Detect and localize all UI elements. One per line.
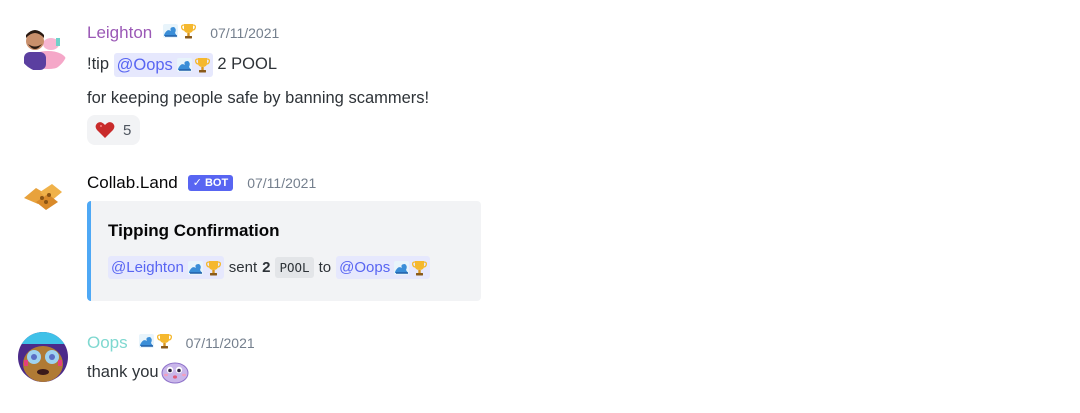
avatar-collab-land[interactable] [18, 172, 68, 222]
message-text: thank you [87, 363, 159, 381]
embed-body: @Leighton sent 2 POOL to @Oops [108, 256, 431, 279]
mention-badges [187, 260, 221, 276]
sent-text: sent [228, 259, 258, 276]
bot-tag-label: BOT [204, 177, 229, 189]
trophy-icon [205, 260, 221, 275]
message-header: Oops 07/11/2021 [87, 332, 255, 354]
wave-icon [187, 260, 203, 275]
tip-amount: 2 [262, 259, 271, 276]
mention-badges [394, 260, 428, 276]
avatar-image [18, 22, 68, 72]
wave-icon [138, 334, 154, 348]
mention-oops[interactable]: @Oops [113, 52, 213, 77]
message-line-1: !tip @Oops 2 POOL [87, 49, 429, 79]
trophy-icon [181, 24, 197, 39]
mention-leighton[interactable]: @Leighton [108, 256, 224, 279]
mention-label: @Oops [116, 55, 173, 74]
mention-oops[interactable]: @Oops [336, 256, 431, 279]
wave-icon [163, 24, 179, 38]
message-line-2: for keeping people safe by banning scamm… [87, 89, 430, 107]
timestamp: 07/11/2021 [247, 175, 317, 191]
timestamp: 07/11/2021 [210, 25, 280, 41]
trophy-icon [156, 334, 172, 349]
message-line-1: thank you [87, 357, 255, 387]
username[interactable]: Collab.Land [87, 172, 178, 194]
collab-land-logo-icon [18, 172, 68, 222]
username[interactable]: Leighton [87, 22, 152, 44]
heart-icon [95, 122, 115, 138]
reaction-heart[interactable]: 5 [87, 115, 141, 145]
check-icon: ✓ [192, 177, 202, 189]
avatar-oops[interactable] [18, 332, 68, 382]
mention-label: @Leighton [111, 259, 184, 276]
reaction-count: 5 [123, 121, 132, 139]
wave-icon [394, 260, 410, 275]
embed-title: Tipping Confirmation [108, 221, 280, 240]
bot-tag: ✓ BOT [187, 175, 234, 191]
blob-face-emoji-icon [161, 362, 189, 384]
tip-embed: Tipping Confirmation @Leighton sent 2 PO… [87, 201, 481, 301]
message-header: Leighton 07/11/2021 [87, 22, 429, 44]
tip-command: !tip [87, 55, 110, 73]
mention-label: @Oops [339, 259, 391, 276]
user-badges [138, 333, 172, 349]
message-header: Collab.Land ✓ BOT 07/11/2021 [87, 172, 316, 194]
mention-badges [176, 57, 210, 73]
tip-amount: 2 POOL [217, 55, 278, 73]
avatar-leighton[interactable] [18, 22, 68, 72]
to-text: to [318, 259, 332, 276]
token-code: POOL [275, 257, 314, 278]
trophy-icon [412, 260, 428, 275]
user-badges [163, 23, 197, 39]
avatar-image [18, 332, 68, 382]
timestamp: 07/11/2021 [185, 335, 255, 351]
username[interactable]: Oops [87, 332, 128, 354]
trophy-icon [194, 57, 210, 73]
wave-icon [176, 57, 192, 72]
